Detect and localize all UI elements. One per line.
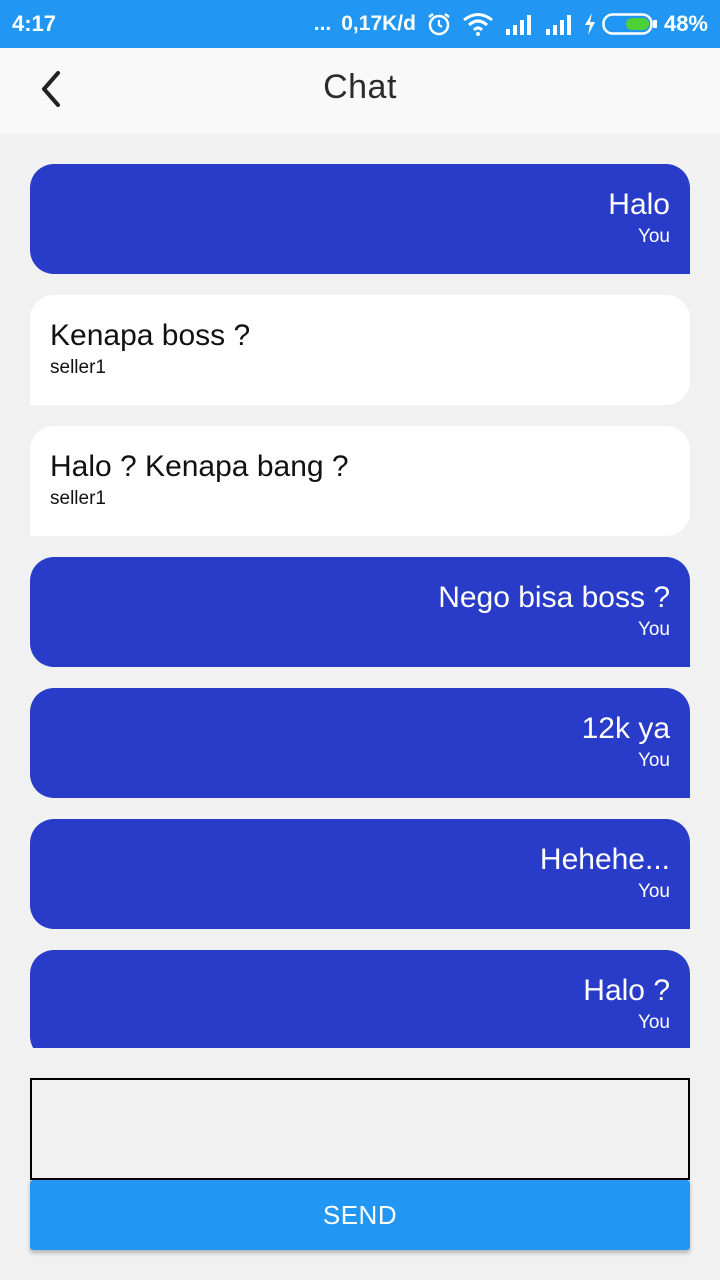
send-button[interactable]: SEND <box>30 1180 690 1250</box>
message-bubble[interactable]: Halo ? Kenapa bang ? seller1 <box>30 426 690 536</box>
message-bubble[interactable]: 12k ya You <box>30 688 690 798</box>
network-speed: 0,17K/d <box>341 12 416 35</box>
message-text: 12k ya <box>581 712 670 745</box>
message-text: Kenapa boss ? <box>50 319 251 352</box>
status-icons: ... 0,17K/d 48% <box>314 11 708 37</box>
status-dots: ... <box>313 12 332 35</box>
battery-icon <box>602 13 658 35</box>
message-bubble[interactable]: Kenapa boss ? seller1 <box>30 295 690 405</box>
message-sender: You <box>637 750 670 771</box>
message-text: Halo ? <box>583 974 670 1007</box>
message-bubble[interactable]: Hehehe... You <box>30 819 690 929</box>
message-sender: seller1 <box>50 357 106 378</box>
signal-icon <box>504 13 534 35</box>
message-text: Nego bisa boss ? <box>438 581 670 614</box>
battery-percent: 48% <box>663 11 708 36</box>
message-bubble[interactable]: Halo ? You <box>30 950 690 1048</box>
message-sender: seller1 <box>50 488 106 509</box>
charging-icon <box>584 13 596 35</box>
message-bubble[interactable]: Nego bisa boss ? You <box>30 557 690 667</box>
message-sender: You <box>637 226 670 247</box>
message-text: Halo ? Kenapa bang ? <box>50 450 349 483</box>
status-bar: 4:17 ... 0,17K/d 48% <box>0 0 720 48</box>
message-text: Halo <box>608 188 670 221</box>
signal-icon-2 <box>544 13 574 35</box>
page-title: Chat <box>323 68 397 106</box>
message-list[interactable]: Halo You Kenapa boss ? seller1 Halo ? Kenapa… <box>30 164 690 1048</box>
wifi-icon <box>462 12 494 36</box>
message-sender: You <box>637 881 670 902</box>
battery-indicator: 48% <box>584 11 708 37</box>
message-sender: You <box>637 1012 670 1033</box>
alarm-icon <box>426 11 452 37</box>
app-bar: Chat <box>0 48 720 134</box>
message-bubble[interactable]: Halo You <box>30 164 690 274</box>
message-text: Hehehe... <box>539 843 670 876</box>
message-input[interactable] <box>30 1078 690 1180</box>
status-time: 4:17 <box>12 11 57 36</box>
message-sender: You <box>637 619 670 640</box>
